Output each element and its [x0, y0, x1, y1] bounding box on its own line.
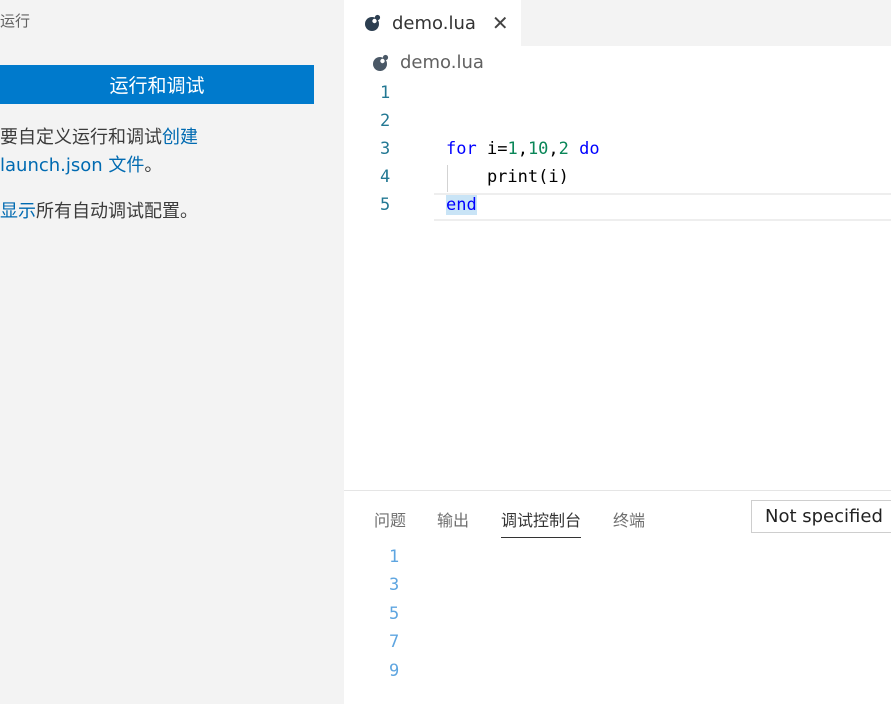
- help-text: 所有自动调试配置。: [36, 201, 198, 222]
- console-output-line: 9: [389, 661, 400, 681]
- code-text: end: [446, 195, 477, 215]
- breadcrumb[interactable]: demo.lua: [372, 52, 484, 73]
- editor: demo.lua ✕ demo.lua 1 2 3 for i=1,10,2 d…: [344, 0, 891, 704]
- create-link[interactable]: 创建: [162, 127, 198, 148]
- line-number: 1: [380, 83, 391, 103]
- tab-terminal[interactable]: 终端: [613, 507, 645, 537]
- console-output-line: 5: [389, 604, 400, 624]
- code-line: 5 end: [344, 192, 891, 220]
- line-number: 4: [380, 167, 391, 187]
- code-token: ,: [517, 139, 528, 159]
- keyword-for: for: [446, 139, 477, 159]
- close-icon[interactable]: ✕: [492, 11, 509, 35]
- line-number: 2: [380, 111, 391, 131]
- help-text: 。: [144, 155, 163, 176]
- code-line: 2: [344, 108, 891, 136]
- keyword-end: end: [446, 195, 477, 215]
- sidebar-help-line-2: launch.json 文件。: [0, 152, 162, 180]
- show-link[interactable]: 显示: [0, 201, 36, 222]
- code-token: ,: [548, 139, 559, 159]
- console-output-line: 1: [389, 547, 400, 567]
- bottom-panel: 问题 输出 调试控制台 终端 Not specified 1 3 5 7 9: [344, 490, 891, 704]
- tab-label: demo.lua: [392, 12, 476, 34]
- keyword-do: do: [568, 139, 600, 159]
- sidebar-help-line-1: 要自定义运行和调试创建: [0, 124, 198, 152]
- tab-debug-console[interactable]: 调试控制台: [501, 507, 582, 538]
- code-line: 1: [344, 80, 891, 108]
- breadcrumb-file: demo.lua: [400, 52, 484, 73]
- code-line: 3 for i=1,10,2 do: [344, 136, 891, 164]
- console-output-line: 3: [389, 575, 400, 595]
- line-number: 5: [380, 195, 391, 215]
- line-number: 3: [380, 139, 391, 159]
- tab-demo-lua[interactable]: demo.lua ✕: [344, 0, 521, 46]
- code-token: i=: [476, 139, 508, 159]
- tab-strip: demo.lua ✕: [344, 0, 891, 46]
- number-token: 1: [507, 139, 518, 159]
- code-line: 4 print(i): [344, 164, 891, 192]
- launch-json-link[interactable]: launch.json 文件: [0, 155, 144, 176]
- sidebar: 运行 运行和调试 要自定义运行和调试创建 launch.json 文件。 显示所…: [0, 0, 344, 704]
- tab-output[interactable]: 输出: [437, 507, 469, 537]
- lua-file-icon: [372, 54, 390, 72]
- debug-session-select[interactable]: Not specified: [751, 500, 891, 533]
- tab-problems[interactable]: 问题: [374, 507, 406, 537]
- sidebar-help-line-3: 显示所有自动调试配置。: [0, 198, 198, 226]
- console-output-line: 7: [389, 632, 400, 652]
- number-token: 2: [558, 139, 569, 159]
- help-text: 要自定义运行和调试: [0, 127, 162, 148]
- lua-file-icon: [364, 14, 382, 32]
- number-token: 10: [527, 139, 549, 159]
- code-text: print(i): [446, 167, 569, 187]
- sidebar-title: 运行: [0, 12, 31, 30]
- code-text: for i=1,10,2 do: [446, 139, 600, 159]
- run-and-debug-button[interactable]: 运行和调试: [0, 65, 314, 104]
